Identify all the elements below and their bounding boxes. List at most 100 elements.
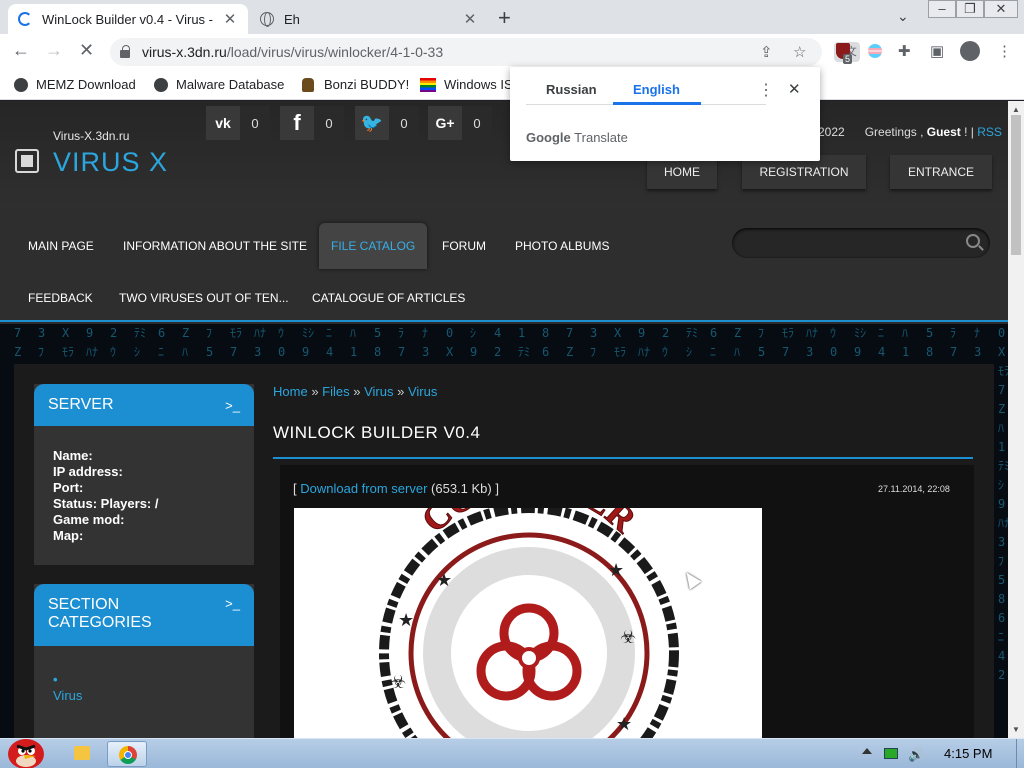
nav-main-page[interactable]: MAIN PAGE: [16, 229, 106, 263]
bookmark-label: MEMZ Download: [36, 77, 136, 92]
breadcrumb-virus-sub[interactable]: Virus: [408, 384, 437, 399]
tab-eh[interactable]: Eh ✕: [250, 4, 488, 34]
profile-avatar[interactable]: [960, 41, 980, 61]
show-desktop-button[interactable]: [1016, 739, 1024, 768]
bookmark-windows[interactable]: Windows IS: [420, 77, 513, 92]
share-count: 0: [314, 106, 344, 140]
nav-file-catalog[interactable]: FILE CATALOG: [319, 223, 428, 269]
scroll-up-arrow-icon[interactable]: ▲: [1012, 105, 1020, 114]
nav-information[interactable]: INFORMATION ABOUT THE SITE: [111, 229, 319, 263]
download-size: (653.1 Kb) ]: [431, 481, 499, 496]
translate-source-tab[interactable]: Russian: [546, 82, 597, 97]
web-page: Virus-X.3dn.ru VIRUS X vk 0 f 0 🐦 0 G+ 0…: [0, 101, 1008, 738]
chip-logo-icon: [15, 149, 39, 173]
social-facebook[interactable]: f 0: [280, 106, 344, 140]
server-field-status: Status: Players: /: [53, 496, 159, 511]
article-image[interactable]: COMPUTER ★ ★ ★ ★ ☣ ☣: [294, 508, 762, 738]
translate-target-tab[interactable]: English: [633, 82, 680, 97]
matrix-glyph-column: 0Xﾓﾗ7Zﾊ1ﾃﾐｼ9ﾊﾅ3ﾌ586ﾆ42: [998, 326, 1008, 682]
bookmark-memz[interactable]: MEMZ Download: [14, 77, 136, 92]
social-google-plus[interactable]: G+ 0: [428, 106, 492, 140]
side-panel-icon[interactable]: ▣: [930, 42, 944, 60]
close-tab-icon[interactable]: ✕: [222, 10, 238, 28]
site-search-input[interactable]: [732, 228, 990, 258]
lock-icon[interactable]: [120, 45, 130, 58]
twitter-icon: 🐦: [355, 106, 389, 140]
scrollbar-thumb[interactable]: [1011, 115, 1021, 255]
network-icon[interactable]: [884, 748, 898, 759]
download-line: [ Download from server (653.1 Kb) ]: [293, 481, 499, 496]
address-bar[interactable]: virus-x.3dn.ru/load/virus/virus/winlocke…: [110, 38, 860, 66]
rss-link[interactable]: RSS: [977, 125, 1002, 139]
minimize-button[interactable]: –: [928, 0, 956, 18]
bullet-icon: •: [53, 672, 58, 687]
bookmark-star-icon[interactable]: ☆: [793, 43, 806, 61]
tab-search-chevron-icon[interactable]: ⌄: [897, 8, 909, 25]
new-tab-button[interactable]: +: [498, 5, 511, 31]
stop-loading-icon[interactable]: ✕: [79, 40, 94, 61]
taskbar-explorer[interactable]: [62, 741, 102, 767]
title-divider: [273, 457, 973, 459]
clock[interactable]: 4:15 PM: [944, 746, 992, 761]
entrance-button[interactable]: ENTRANCE: [890, 155, 992, 189]
page-scrollbar[interactable]: ▲ ▼: [1008, 101, 1024, 738]
nav-two-viruses[interactable]: TWO VIRUSES OUT OF TEN...: [107, 281, 301, 315]
search-icon[interactable]: [966, 234, 980, 248]
site-header: Virus-X.3dn.ru VIRUS X vk 0 f 0 🐦 0 G+ 0…: [0, 101, 1008, 208]
facebook-icon: f: [280, 106, 314, 140]
volume-icon[interactable]: 🔊: [908, 747, 924, 763]
breadcrumb-separator: »: [353, 384, 361, 399]
site-logo[interactable]: VIRUS X: [53, 147, 168, 178]
tab-winlock[interactable]: WinLock Builder v0.4 - Virus - ✕: [8, 4, 248, 34]
share-icon[interactable]: ⇪: [760, 43, 773, 61]
tray-expand-icon[interactable]: [862, 748, 872, 754]
server-field-ip: IP address:: [53, 464, 123, 479]
translate-close-icon[interactable]: ✕: [788, 80, 801, 98]
scroll-down-arrow-icon[interactable]: ▼: [1012, 725, 1020, 734]
close-window-button[interactable]: ✕: [984, 0, 1018, 18]
close-tab-icon[interactable]: ✕: [462, 10, 478, 28]
category-item-virus[interactable]: Virus: [53, 688, 235, 704]
page-title: WINLOCK BUILDER V0.4: [273, 423, 481, 442]
bookmark-malware-database[interactable]: Malware Database: [154, 77, 284, 92]
maximize-button[interactable]: ❐: [956, 0, 984, 18]
nav-feedback[interactable]: FEEDBACK: [16, 281, 105, 315]
bookmark-bonzi-buddy[interactable]: Bonzi BUDDY!: [302, 77, 409, 92]
bookmark-label: Malware Database: [176, 77, 285, 92]
download-bracket: [: [293, 481, 297, 496]
taskbar: 🔊 4:15 PM: [0, 738, 1024, 768]
extension-flag-icon[interactable]: [868, 44, 882, 58]
social-vk[interactable]: vk 0: [206, 106, 270, 140]
google-translate-label: Google Translate: [526, 130, 628, 145]
nav-photo-albums[interactable]: PHOTO ALBUMS: [503, 229, 621, 263]
guest-name: Guest: [926, 125, 961, 139]
greeting-line: 2022 Greetings , Guest ! | RSS: [818, 125, 1002, 139]
nav-forum[interactable]: FORUM: [430, 229, 498, 263]
bonzi-icon: [302, 77, 314, 92]
server-fields: Name: IP address: Port: Status: Players:…: [34, 426, 254, 558]
terminal-prompt-icon: >_: [225, 596, 240, 611]
tab-strip: WinLock Builder v0.4 - Virus - ✕ Eh ✕ + …: [0, 0, 1024, 34]
chrome-icon: [119, 746, 137, 764]
forward-arrow-icon[interactable]: →: [45, 40, 63, 61]
taskbar-chrome[interactable]: [107, 741, 147, 767]
download-link[interactable]: Download from server: [300, 481, 427, 496]
breadcrumb-home[interactable]: Home: [273, 384, 308, 399]
categories-widget: SECTION CATEGORIES >_ • Virus: [34, 584, 254, 738]
tab-title: Eh: [284, 11, 300, 27]
terminal-prompt-icon: >_: [225, 397, 240, 413]
start-angry-bird-icon[interactable]: [2, 731, 48, 768]
breadcrumb-files[interactable]: Files: [322, 384, 349, 399]
breadcrumb-virus[interactable]: Virus: [364, 384, 393, 399]
social-twitter[interactable]: 🐦 0: [355, 106, 419, 140]
extensions-puzzle-icon[interactable]: ✚: [898, 42, 911, 60]
back-arrow-icon[interactable]: ←: [12, 40, 30, 61]
browser-menu-icon[interactable]: ⋮: [997, 42, 1012, 60]
main-nav: MAIN PAGE INFORMATION ABOUT THE SITE FIL…: [0, 208, 1008, 322]
server-widget: SERVER >_ Name: IP address: Port: Status…: [34, 384, 254, 565]
translate-options-icon[interactable]: ⋮: [758, 80, 774, 100]
svg-text:★: ★: [616, 714, 632, 735]
svg-text:★: ★: [436, 570, 452, 591]
svg-text:★: ★: [608, 560, 624, 581]
nav-articles[interactable]: CATALOGUE OF ARTICLES: [300, 281, 477, 315]
